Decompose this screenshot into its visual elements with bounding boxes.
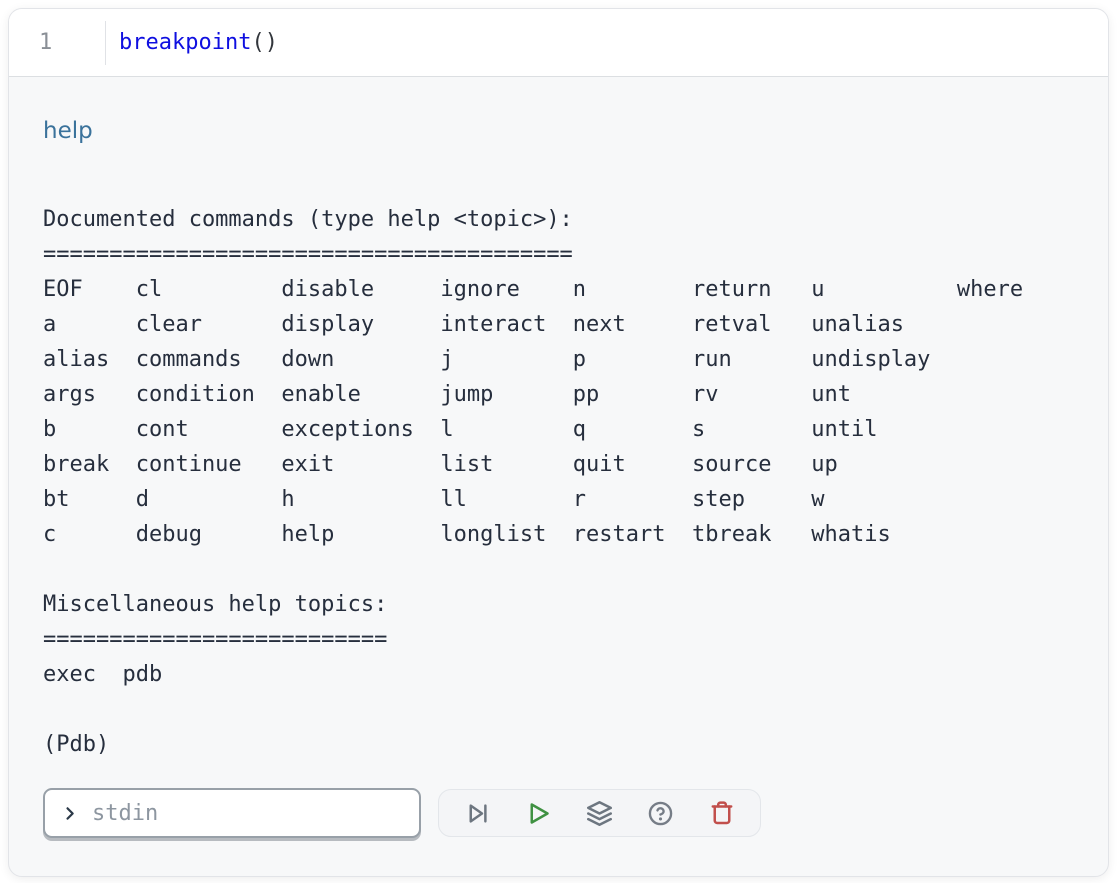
code-editor[interactable]: 1 breakpoint() xyxy=(9,9,1108,77)
line-number: 1 xyxy=(9,30,105,55)
output-panel: help Documented commands (type help <top… xyxy=(9,77,1108,876)
controls-row xyxy=(43,788,1074,838)
skip-forward-icon xyxy=(464,800,491,827)
trash-icon xyxy=(709,800,735,826)
code-token-parens: () xyxy=(251,30,278,55)
stdin-input-wrapper[interactable] xyxy=(43,788,421,838)
gutter-divider xyxy=(105,21,106,65)
python-debugger-widget: 1 breakpoint() help Documented commands … xyxy=(8,8,1109,877)
clear-button[interactable] xyxy=(691,790,752,836)
echoed-command: help xyxy=(43,115,1074,147)
code-token-function: breakpoint xyxy=(119,30,251,55)
pdb-output: Documented commands (type help <topic>):… xyxy=(43,202,1074,762)
question-circle-icon xyxy=(647,800,674,827)
code-line[interactable]: breakpoint() xyxy=(119,30,278,55)
skip-forward-button[interactable] xyxy=(447,790,508,836)
stdin-input[interactable] xyxy=(90,800,394,827)
chevron-right-icon xyxy=(60,804,79,823)
debug-button-group xyxy=(438,789,761,837)
play-icon xyxy=(525,800,552,827)
help-button[interactable] xyxy=(630,790,691,836)
run-button[interactable] xyxy=(508,790,569,836)
layers-button[interactable] xyxy=(569,790,630,836)
layers-icon xyxy=(586,800,613,827)
